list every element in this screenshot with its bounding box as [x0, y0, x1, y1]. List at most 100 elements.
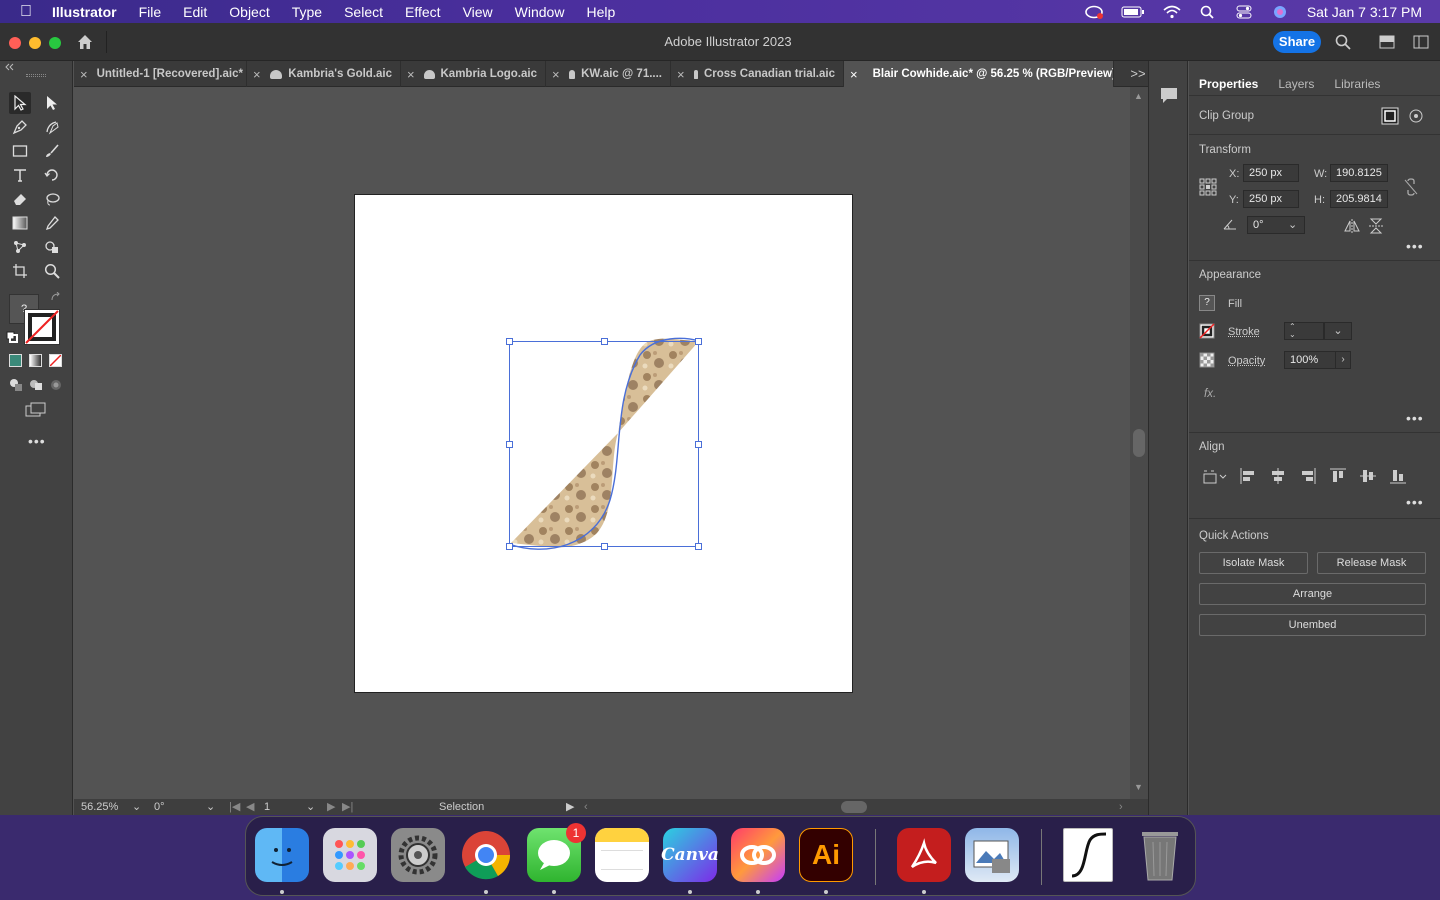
- comments-icon[interactable]: [1159, 85, 1179, 105]
- spotlight-search-icon[interactable]: [1199, 5, 1217, 19]
- document-tab[interactable]: × Cross Canadian trial.aic: [671, 61, 844, 87]
- x-position-field[interactable]: 250 px: [1243, 164, 1299, 182]
- menu-app[interactable]: Illustrator: [52, 4, 128, 20]
- stroke-label[interactable]: Stroke: [1228, 326, 1260, 338]
- document-tab[interactable]: × Untitled-1 [Recovered].aic*: [74, 61, 247, 87]
- current-tool-status[interactable]: Selection: [439, 800, 484, 814]
- stroke-weight-dropdown[interactable]: ⌄: [1324, 322, 1352, 340]
- trash-icon[interactable]: [1133, 828, 1187, 882]
- draw-normal-icon[interactable]: [9, 378, 23, 392]
- opacity-field[interactable]: 100%: [1284, 351, 1336, 369]
- reference-point-icon[interactable]: [1199, 178, 1217, 196]
- menu-type[interactable]: Type: [281, 4, 333, 20]
- close-tab-icon[interactable]: ×: [80, 67, 88, 82]
- edit-toolbar-button[interactable]: •••: [28, 433, 46, 449]
- siri-icon[interactable]: [1271, 5, 1289, 19]
- more-transform-options[interactable]: •••: [1406, 238, 1424, 254]
- stroke-weight-stepper[interactable]: ⌃ ⌄: [1284, 322, 1324, 340]
- previous-artboard-icon[interactable]: ◀: [246, 800, 254, 814]
- finder-app-icon[interactable]: [255, 828, 309, 882]
- stroke-swatch[interactable]: [24, 309, 60, 345]
- horizontal-scrollbar-thumb[interactable]: [841, 801, 867, 813]
- direct-selection-tool[interactable]: [41, 92, 63, 114]
- scroll-up-arrow[interactable]: ▲: [1134, 91, 1143, 101]
- type-tool[interactable]: [9, 164, 31, 186]
- eraser-tool[interactable]: [9, 188, 31, 210]
- gradient-tool[interactable]: [9, 212, 31, 234]
- zoom-level-field[interactable]: 56.25%: [81, 800, 131, 814]
- puppet-warp-tool[interactable]: [9, 236, 31, 258]
- close-tab-icon[interactable]: ×: [552, 67, 560, 82]
- align-horizontal-center-icon[interactable]: [1269, 467, 1287, 485]
- more-appearance-options[interactable]: •••: [1406, 410, 1424, 426]
- first-artboard-icon[interactable]: |◀: [229, 800, 240, 814]
- lasso-tool[interactable]: [41, 188, 63, 210]
- system-settings-app-icon[interactable]: [391, 828, 445, 882]
- wifi-icon[interactable]: [1163, 5, 1181, 19]
- menu-effect[interactable]: Effect: [394, 4, 452, 20]
- width-field[interactable]: 190.8125: [1330, 164, 1388, 182]
- document-tab[interactable]: × Kambria Logo.aic: [401, 61, 546, 87]
- zoom-dropdown-icon[interactable]: ⌄: [132, 800, 141, 814]
- rotation-field[interactable]: 0°: [154, 800, 204, 814]
- close-tab-icon[interactable]: ×: [850, 67, 858, 82]
- align-top-icon[interactable]: [1329, 467, 1347, 485]
- menu-clock[interactable]: Sat Jan 7 3:17 PM: [1307, 4, 1422, 20]
- default-fill-stroke-icon[interactable]: [6, 331, 18, 343]
- creative-cloud-icon[interactable]: [1085, 5, 1103, 19]
- draw-inside-icon[interactable]: [49, 378, 63, 392]
- document-tab[interactable]: × Kambria's Gold.aic: [247, 61, 401, 87]
- apple-icon[interactable]: : [0, 3, 52, 21]
- artboard-number-field[interactable]: 1: [264, 800, 300, 814]
- y-position-field[interactable]: 250 px: [1243, 190, 1299, 208]
- curvature-tool[interactable]: [41, 116, 63, 138]
- color-mode-button[interactable]: [9, 354, 22, 367]
- flip-vertical-icon[interactable]: [1369, 218, 1383, 234]
- align-right-icon[interactable]: [1299, 467, 1317, 485]
- swap-fill-stroke-icon[interactable]: [50, 292, 62, 304]
- canva-app-icon[interactable]: Canva: [661, 828, 719, 882]
- rotation-angle-dropdown[interactable]: ⌄: [1288, 218, 1297, 231]
- search-icon[interactable]: [1335, 34, 1351, 50]
- rectangle-tool[interactable]: [9, 140, 31, 162]
- more-align-options[interactable]: •••: [1406, 494, 1424, 510]
- menu-object[interactable]: Object: [218, 4, 280, 20]
- menu-window[interactable]: Window: [504, 4, 576, 20]
- control-center-icon[interactable]: [1235, 5, 1253, 19]
- next-artboard-icon[interactable]: ▶: [327, 800, 335, 814]
- illustrator-app-icon[interactable]: Ai: [799, 828, 853, 882]
- artboard-tool[interactable]: [9, 260, 31, 282]
- menu-edit[interactable]: Edit: [172, 4, 218, 20]
- document-tab-active[interactable]: × Blair Cowhide.aic* @ 56.25 % (RGB/Prev…: [844, 61, 1114, 87]
- constrain-proportions-icon[interactable]: [1403, 178, 1419, 196]
- artboard[interactable]: [354, 194, 853, 693]
- tab-properties[interactable]: Properties: [1189, 72, 1268, 95]
- menu-select[interactable]: Select: [333, 4, 394, 20]
- panel-grip[interactable]: [26, 74, 46, 77]
- release-mask-button[interactable]: Release Mask: [1317, 552, 1426, 574]
- shape-builder-tool[interactable]: [41, 236, 63, 258]
- preview-app-icon[interactable]: [965, 828, 1019, 882]
- creative-cloud-app-icon[interactable]: [731, 828, 785, 882]
- document-stack-icon[interactable]: [1063, 828, 1113, 882]
- scroll-left-arrow[interactable]: ‹: [584, 800, 588, 814]
- zoom-tool[interactable]: [41, 260, 63, 282]
- acrobat-app-icon[interactable]: [897, 828, 951, 882]
- eyedropper-tool[interactable]: [41, 212, 63, 234]
- isolate-mask-button[interactable]: Isolate Mask: [1199, 552, 1308, 574]
- clip-group-artwork[interactable]: [355, 195, 854, 694]
- edit-clip-contents-icon[interactable]: [1381, 107, 1399, 125]
- selection-tool[interactable]: [9, 92, 31, 114]
- chrome-app-icon[interactable]: [459, 828, 513, 882]
- pen-tool[interactable]: [9, 116, 31, 138]
- fx-effects-button[interactable]: fx.: [1204, 388, 1216, 400]
- notes-app-icon[interactable]: [595, 828, 649, 882]
- collapse-panel-icon[interactable]: [4, 63, 16, 71]
- arrange-button[interactable]: Arrange: [1199, 583, 1426, 605]
- document-tab[interactable]: × KW.aic @ 71....: [546, 61, 671, 87]
- close-tab-icon[interactable]: ×: [677, 67, 685, 82]
- last-artboard-icon[interactable]: ▶|: [342, 800, 353, 814]
- scrollbar-thumb[interactable]: [1133, 429, 1145, 457]
- paintbrush-tool[interactable]: [41, 140, 63, 162]
- close-tab-icon[interactable]: ×: [253, 67, 261, 82]
